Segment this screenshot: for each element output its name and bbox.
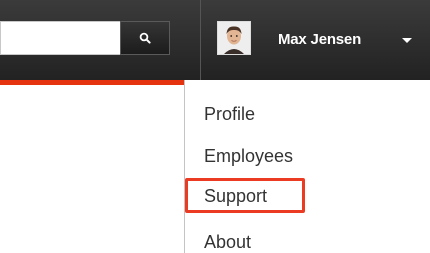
search-input[interactable] [0, 21, 120, 55]
avatar-photo-icon [218, 22, 250, 54]
caret-down-icon [402, 38, 412, 43]
active-accent-bar [0, 80, 185, 85]
avatar [217, 21, 251, 55]
menu-item-support[interactable]: Support [204, 186, 267, 207]
search-icon [139, 32, 151, 44]
user-name: Max Jensen [278, 31, 362, 48]
menu-item-profile[interactable]: Profile [204, 104, 255, 125]
user-dropdown-menu: Profile Employees Support About [184, 80, 430, 253]
top-navigation-bar: Max Jensen [0, 0, 430, 80]
user-menu-toggle[interactable]: Max Jensen [201, 0, 430, 80]
menu-item-about[interactable]: About [204, 232, 251, 253]
menu-item-employees[interactable]: Employees [204, 146, 293, 167]
search-button[interactable] [120, 21, 170, 55]
